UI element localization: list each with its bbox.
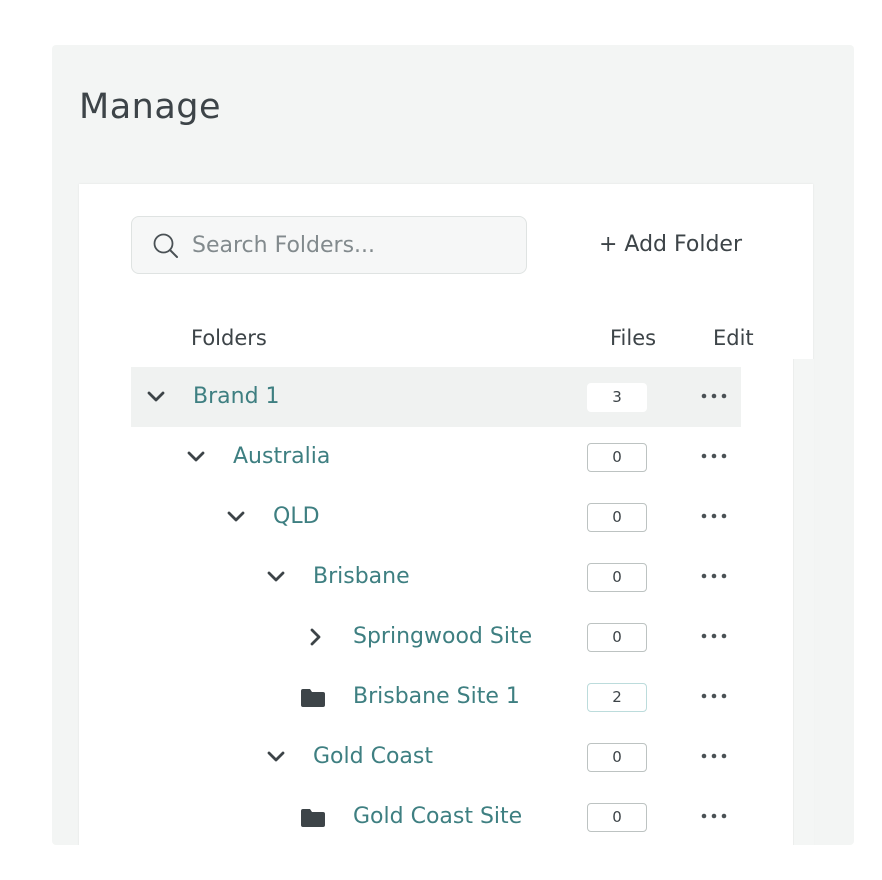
folder-row[interactable]: Brisbane Site 1 2 — [131, 667, 741, 727]
folder-name[interactable]: QLD — [273, 501, 320, 533]
folder-row[interactable]: Gold Coast Site 0 — [131, 787, 741, 845]
chevron-right-icon[interactable] — [306, 627, 326, 647]
folder-panel: + Add Folder Folders Files Edit Brand 1 3… — [79, 184, 814, 845]
folder-name[interactable]: Brisbane Site 1 — [353, 681, 520, 713]
search-input[interactable] — [192, 217, 512, 273]
folder-row[interactable]: Brisbane 0 — [131, 547, 741, 607]
search-icon — [153, 233, 178, 258]
files-count-badge: 0 — [587, 563, 647, 592]
manage-page: Manage + Add Folder Folders Files Edit B… — [52, 45, 854, 845]
chevron-down-icon[interactable] — [266, 567, 286, 587]
files-count-badge: 3 — [587, 383, 647, 412]
folder-icon — [301, 809, 325, 827]
folder-tree: Brand 1 3 Australia 0 QLD 0 Brisbane 0 Springwoo… — [131, 367, 741, 845]
folder-name[interactable]: Australia — [233, 441, 330, 473]
chevron-down-icon[interactable] — [226, 507, 246, 527]
column-header-files: Files — [610, 326, 657, 350]
more-horizontal-icon[interactable] — [699, 451, 729, 461]
folder-name[interactable]: Gold Coast — [313, 741, 433, 773]
files-count-badge: 0 — [587, 503, 647, 532]
files-count-badge: 0 — [587, 443, 647, 472]
add-folder-button[interactable]: + Add Folder — [599, 228, 742, 262]
folder-row[interactable]: Gold Coast 0 — [131, 727, 741, 787]
chevron-down-icon[interactable] — [146, 387, 166, 407]
column-header-folders: Folders — [191, 326, 267, 350]
more-horizontal-icon[interactable] — [699, 691, 729, 701]
folder-icon — [301, 689, 325, 707]
folder-name[interactable]: Gold Coast Site — [353, 801, 522, 833]
more-horizontal-icon[interactable] — [699, 811, 729, 821]
folder-name[interactable]: Brisbane — [313, 561, 410, 593]
search-box[interactable] — [131, 216, 527, 274]
files-count-badge: 0 — [587, 803, 647, 832]
folder-row[interactable]: QLD 0 — [131, 487, 741, 547]
more-horizontal-icon[interactable] — [699, 571, 729, 581]
folder-row[interactable]: Springwood Site 0 — [131, 607, 741, 667]
files-count-badge: 0 — [587, 743, 647, 772]
chevron-down-icon[interactable] — [266, 747, 286, 767]
column-header-edit: Edit — [713, 326, 754, 350]
folder-row[interactable]: Australia 0 — [131, 427, 741, 487]
more-horizontal-icon[interactable] — [699, 631, 729, 641]
scrollbar[interactable] — [793, 359, 814, 845]
page-title: Manage — [79, 87, 222, 127]
folder-row[interactable]: Brand 1 3 — [131, 367, 741, 427]
folder-name[interactable]: Brand 1 — [193, 381, 280, 413]
more-horizontal-icon[interactable] — [699, 511, 729, 521]
more-horizontal-icon[interactable] — [699, 391, 729, 401]
files-count-badge: 2 — [587, 683, 647, 712]
chevron-down-icon[interactable] — [186, 447, 206, 467]
more-horizontal-icon[interactable] — [699, 751, 729, 761]
folder-name[interactable]: Springwood Site — [353, 621, 532, 653]
files-count-badge: 0 — [587, 623, 647, 652]
